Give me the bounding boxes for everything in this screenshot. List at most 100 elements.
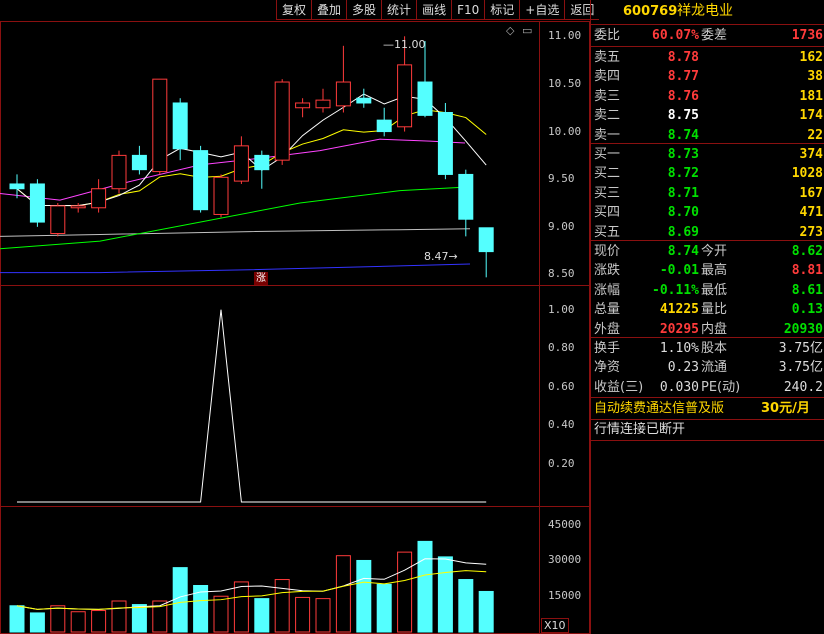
volume-bar <box>29 612 45 633</box>
volume-bar <box>437 556 453 633</box>
quote-row: 涨幅 -0.11% 最低 8.61 <box>594 282 823 298</box>
bids-row: 买一 8.73 374 <box>594 147 823 162</box>
volume-bar <box>397 551 413 633</box>
y-tick-label: 15000 <box>548 589 582 603</box>
volume-bar <box>478 590 494 633</box>
y-tick-label: 45000 <box>548 517 582 531</box>
y-tick-label: 1.00 <box>548 302 575 316</box>
quote-row: 现价 8.74 今开 8.62 <box>594 244 823 259</box>
volume-bar <box>111 600 127 633</box>
candle-body <box>397 64 413 128</box>
candle-body <box>50 205 66 235</box>
volume-bar <box>70 611 86 633</box>
y-tick-label: 0.80 <box>548 341 575 355</box>
y-tick-label: 9.00 <box>548 219 575 233</box>
candle-body <box>417 81 433 116</box>
y-tick-label: 30000 <box>548 553 582 567</box>
weibi-row: 委比 60.07% 委差 1736 <box>594 28 823 43</box>
bids-row: 买四 8.70 471 <box>594 205 823 221</box>
ad-row[interactable]: 自动续费通达信普及版 30元/月 <box>591 399 824 418</box>
ma250-line <box>0 263 471 274</box>
ma10-line <box>16 109 487 207</box>
candle-body <box>111 154 127 190</box>
candle-body <box>315 99 331 109</box>
asks-row: 卖二 8.75 174 <box>594 108 823 124</box>
asks-row: 卖一 8.74 22 <box>594 127 823 143</box>
bids-row: 买五 8.69 273 <box>594 224 823 240</box>
indicator-line <box>17 309 487 503</box>
volume-bar <box>172 567 188 633</box>
y-tick-label: 0.20 <box>548 456 575 470</box>
connection-status: 行情连接已断开 <box>594 422 686 437</box>
chart-menu-icon[interactable]: ▭ <box>522 24 532 37</box>
fundamental-row: 收益(三) 0.030 PE(动) 240.2 <box>594 379 823 395</box>
candle-body <box>295 102 311 109</box>
candle-body <box>70 205 86 209</box>
volume-bar <box>233 581 249 633</box>
y-tick-label: 10.00 <box>548 124 582 138</box>
volume-bar <box>417 540 433 633</box>
candle-body <box>458 173 474 220</box>
candle-body <box>335 81 351 107</box>
y-tick-label: 0.40 <box>548 418 575 432</box>
volume-bar <box>91 610 107 633</box>
volume-bar <box>50 605 66 633</box>
asks-row: 卖三 8.76 181 <box>594 88 823 104</box>
kline-chart-svg <box>0 36 494 633</box>
low-price-label: 8.47→ <box>424 250 458 263</box>
y-tick-label: 10.50 <box>548 76 582 90</box>
y-tick-label: 0.60 <box>548 379 575 393</box>
volume-bar <box>335 555 351 633</box>
volume-bar <box>254 598 270 633</box>
volume-bar <box>9 605 25 633</box>
y-tick-label: 9.50 <box>548 172 575 186</box>
volume-ma10-line <box>16 570 487 610</box>
quote-row: 外盘 20295 内盘 20930 <box>594 321 823 337</box>
candle-body <box>91 188 107 209</box>
candle-body <box>437 112 453 175</box>
candle-body <box>152 78 168 173</box>
asks-row: 卖五 8.78 162 <box>594 50 823 65</box>
volume-bar <box>131 604 147 633</box>
fundamental-row: 换手 1.10% 股本 3.75亿 <box>594 341 823 356</box>
candle-body <box>172 102 188 150</box>
ma60-line <box>0 186 471 250</box>
candle-body <box>213 176 229 215</box>
bids-row: 买二 8.72 1028 <box>594 166 823 182</box>
stock-name: 祥龙电业 <box>677 3 733 19</box>
volume-bar <box>315 598 331 633</box>
zhang-badge: 涨 <box>254 272 268 285</box>
candle-body <box>9 183 25 190</box>
fundamental-row: 净资 0.23 流通 3.75亿 <box>594 360 823 376</box>
candle-body <box>478 227 494 253</box>
candle-body <box>193 150 209 211</box>
bids-row: 买三 8.71 167 <box>594 185 823 201</box>
volume-bar <box>295 596 311 633</box>
stock-header: 600769 祥龙电业 <box>591 2 824 21</box>
candle-body <box>376 119 392 133</box>
candle-body <box>233 145 249 182</box>
y-tick-label: 11.00 <box>548 29 582 43</box>
candle-body <box>254 154 270 171</box>
asks-row: 卖四 8.77 38 <box>594 69 823 85</box>
chart-settings-icon[interactable]: ◇ <box>506 24 514 37</box>
volume-bar <box>193 585 209 633</box>
candle-body <box>29 183 45 223</box>
stock-code: 600769 <box>623 4 678 19</box>
volume-bar <box>376 583 392 633</box>
candle-body <box>274 81 290 161</box>
quote-panel: 600769 祥龙电业 委比 60.07% 委差 1736 卖五 8.78 16… <box>590 0 824 634</box>
volume-bar <box>213 595 229 633</box>
ma120-line <box>0 228 471 237</box>
volume-unit-label: X10 <box>541 618 569 633</box>
candle-body <box>356 97 372 104</box>
volume-bar <box>458 579 474 633</box>
ma5-line <box>16 93 487 207</box>
volume-ma5-line <box>16 558 487 610</box>
quote-row: 涨跌 -0.01 最高 8.81 <box>594 263 823 279</box>
y-tick-label: 8.50 <box>548 267 575 281</box>
high-price-label: —11.00 <box>383 38 426 51</box>
quote-row: 总量 41225 量比 0.13 <box>594 302 823 318</box>
candle-body <box>131 154 147 171</box>
volume-bar <box>356 559 372 633</box>
